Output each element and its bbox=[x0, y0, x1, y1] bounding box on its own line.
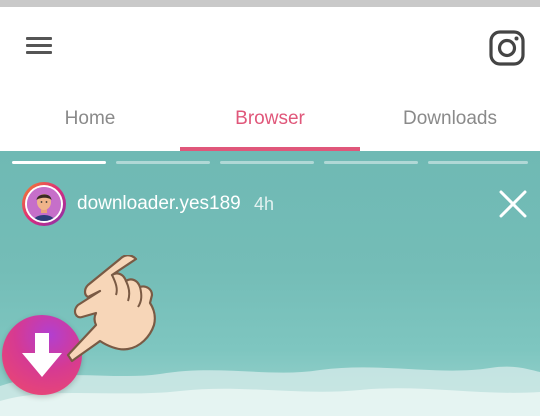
tab-bar: Home Browser Downloads bbox=[0, 87, 540, 151]
story-progress-segment bbox=[12, 161, 106, 164]
story-time-ago: 4h bbox=[254, 194, 275, 214]
close-icon[interactable] bbox=[497, 188, 529, 220]
story-progress-segment bbox=[220, 161, 314, 164]
menu-line bbox=[26, 37, 52, 40]
instagram-icon[interactable] bbox=[487, 28, 527, 68]
story-viewer[interactable]: downloader.yes189 4h bbox=[0, 151, 540, 416]
story-progress-segment bbox=[324, 161, 418, 164]
tab-downloads[interactable]: Downloads bbox=[360, 87, 540, 151]
pointing-hand-icon bbox=[66, 255, 156, 363]
app-bar bbox=[0, 7, 540, 87]
menu-line bbox=[26, 44, 52, 47]
story-progress-segment bbox=[116, 161, 210, 164]
menu-line bbox=[26, 51, 52, 54]
status-bar bbox=[0, 0, 540, 7]
hamburger-menu-icon[interactable] bbox=[20, 31, 56, 61]
story-username[interactable]: downloader.yes189 bbox=[77, 193, 241, 215]
tab-browser[interactable]: Browser bbox=[180, 87, 360, 151]
avatar-icon[interactable] bbox=[22, 182, 66, 226]
story-progress-segment bbox=[428, 161, 528, 164]
tab-home[interactable]: Home bbox=[0, 87, 180, 151]
